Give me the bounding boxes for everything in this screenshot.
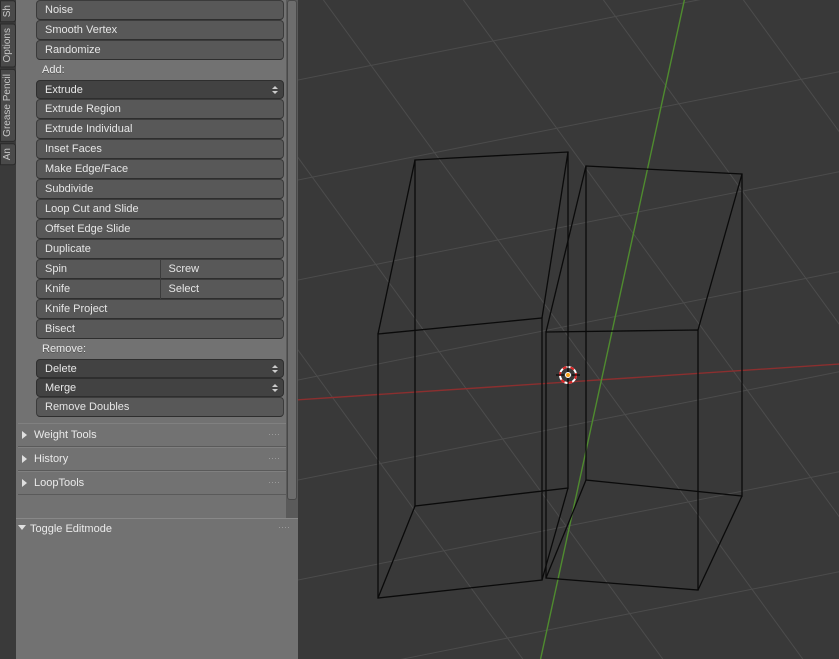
extrude-individual-button[interactable]: Extrude Individual: [36, 119, 284, 139]
operator-panel: Toggle Editmode: [16, 518, 298, 659]
remove-section-label: Remove:: [18, 339, 286, 359]
3d-viewport[interactable]: [298, 0, 839, 659]
make-edge-face-button[interactable]: Make Edge/Face: [36, 159, 284, 179]
merge-dropdown[interactable]: Merge: [36, 378, 284, 397]
grip-icon: [278, 526, 290, 530]
tool-panel: Noise Smooth Vertex Randomize Add: Extru…: [16, 0, 298, 518]
chevron-down-icon: [18, 525, 26, 530]
side-tab-an[interactable]: An: [0, 143, 16, 165]
select-button[interactable]: Select: [161, 279, 285, 299]
3d-cursor-icon: [556, 363, 580, 387]
chevron-right-icon: [22, 455, 27, 463]
offset-edge-slide-button[interactable]: Offset Edge Slide: [36, 219, 284, 239]
side-tab-options[interactable]: Options: [0, 23, 16, 67]
cube-left: [378, 152, 568, 598]
duplicate-button[interactable]: Duplicate: [36, 239, 284, 259]
bisect-button[interactable]: Bisect: [36, 319, 284, 339]
side-tab-grease-pencil[interactable]: Grease Pencil: [0, 69, 16, 142]
weight-tools-collapser[interactable]: Weight Tools: [18, 423, 286, 447]
extrude-dropdown[interactable]: Extrude: [36, 80, 284, 99]
screw-button[interactable]: Screw: [161, 259, 285, 279]
chevron-right-icon: [22, 431, 27, 439]
delete-dropdown[interactable]: Delete: [36, 359, 284, 378]
viewport-svg: [298, 0, 839, 659]
panel-scrollbar[interactable]: [286, 0, 298, 518]
knife-project-button[interactable]: Knife Project: [36, 299, 284, 319]
loop-cut-slide-button[interactable]: Loop Cut and Slide: [36, 199, 284, 219]
side-tab-sh[interactable]: Sh: [0, 0, 16, 22]
smooth-vertex-button[interactable]: Smooth Vertex: [36, 20, 284, 40]
looptools-collapser[interactable]: LoopTools: [18, 471, 286, 495]
grip-icon: [268, 457, 280, 461]
randomize-button[interactable]: Randomize: [36, 40, 284, 60]
noise-button[interactable]: Noise: [36, 0, 284, 20]
knife-button[interactable]: Knife: [36, 279, 161, 299]
inset-faces-button[interactable]: Inset Faces: [36, 139, 284, 159]
add-section-label: Add:: [18, 60, 286, 80]
grip-icon: [268, 481, 280, 485]
spin-button[interactable]: Spin: [36, 259, 161, 279]
remove-doubles-button[interactable]: Remove Doubles: [36, 397, 284, 417]
side-tab-strip: Sh Options Grease Pencil An: [0, 0, 16, 659]
panel-scroll-thumb[interactable]: [287, 0, 297, 500]
history-collapser[interactable]: History: [18, 447, 286, 471]
chevron-right-icon: [22, 479, 27, 487]
subdivide-button[interactable]: Subdivide: [36, 179, 284, 199]
operator-header[interactable]: Toggle Editmode: [16, 519, 298, 539]
grip-icon: [268, 433, 280, 437]
extrude-region-button[interactable]: Extrude Region: [36, 99, 284, 119]
